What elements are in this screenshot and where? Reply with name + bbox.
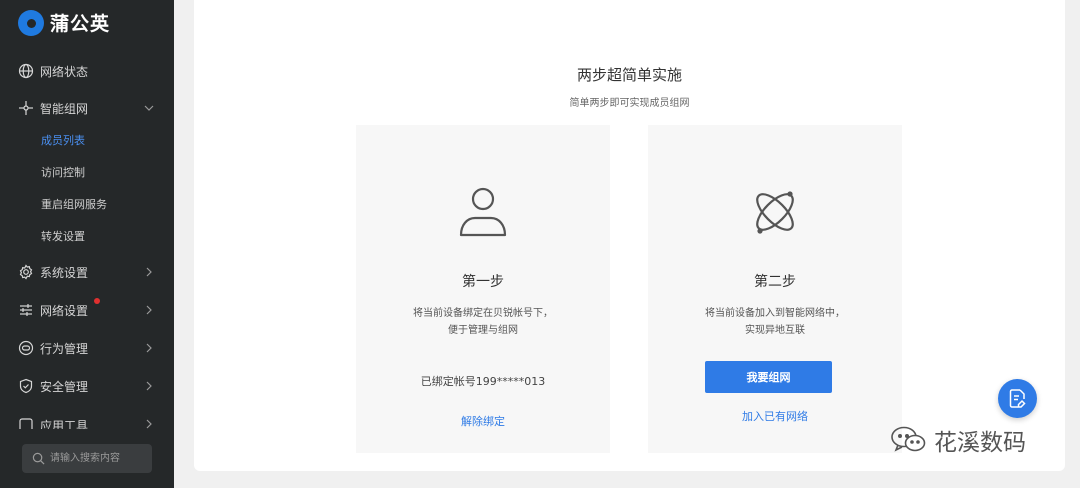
sidebar-item-label: 系统设置: [40, 265, 89, 280]
main-panel: 两步超简单实施 简单两步即可实现成员组网 第一步 将当前设备绑定在贝锐帐号下， …: [194, 0, 1065, 471]
search-input[interactable]: [50, 444, 148, 473]
step-desc-line: 将当前设备加入到智能网络中，: [705, 308, 845, 319]
sidebar-item-label: 智能组网: [40, 101, 89, 116]
sidebar-search: [22, 444, 152, 473]
sidebar-item-smart-network[interactable]: 智能组网: [0, 93, 174, 123]
chevron-right-icon: [146, 381, 152, 391]
step-title: 第一步: [462, 274, 504, 290]
notification-dot: [94, 298, 100, 304]
chevron-down-icon: [144, 105, 154, 111]
sidebar-item-tools[interactable]: 应用工具: [0, 409, 174, 429]
sidebar-item-security[interactable]: 安全管理: [0, 371, 174, 401]
sidebar-subitem-member-list[interactable]: 成员列表: [41, 131, 85, 151]
bound-account-text: 已绑定帐号199*****013: [420, 375, 546, 388]
step-card-1: 第一步 将当前设备绑定在贝锐帐号下， 便于管理与组网 已绑定帐号199*****…: [356, 125, 610, 453]
step-desc-line: 便于管理与组网: [448, 325, 518, 336]
sidebar-item-label: 网络设置: [40, 303, 89, 318]
chevron-right-icon: [146, 419, 152, 429]
sidebar-subitem-forwarding[interactable]: 转发设置: [41, 227, 85, 247]
chevron-right-icon: [146, 267, 152, 277]
sidebar-subitem-restart-service[interactable]: 重启组网服务: [41, 195, 107, 215]
user-icon: [459, 187, 507, 237]
sliders-icon: [20, 304, 32, 316]
sidebar-item-label: 应用工具: [40, 419, 89, 429]
feedback-fab-button[interactable]: [998, 379, 1037, 418]
step-desc-line: 实现异地互联: [745, 325, 805, 336]
orbit-icon: [756, 191, 794, 234]
step-description: 将当前设备绑定在贝锐帐号下， 便于管理与组网: [356, 305, 610, 339]
sidebar-item-label: 行为管理: [40, 341, 89, 356]
document-edit-icon: [1009, 389, 1026, 408]
wechat-icon: [891, 426, 926, 452]
logo-icon: [18, 9, 44, 36]
create-network-button[interactable]: 我要组网: [705, 361, 832, 393]
step-desc-line: 将当前设备绑定在贝锐帐号下，: [413, 308, 553, 319]
unbind-link[interactable]: 解除绑定: [356, 413, 610, 429]
behavior-icon: [18, 340, 34, 356]
sidebar-subitem-access-control[interactable]: 访问控制: [41, 163, 85, 183]
step-description: 将当前设备加入到智能网络中， 实现异地互联: [648, 305, 902, 339]
brand-name: 蒲公英: [50, 13, 111, 35]
tools-icon: [19, 418, 33, 429]
sidebar-item-label: 网络状态: [40, 64, 89, 79]
sidebar-item-network-settings[interactable]: 网络设置: [0, 295, 174, 325]
globe-icon: [18, 63, 34, 79]
sidebar-item-network-status[interactable]: 网络状态: [0, 56, 174, 86]
gear-icon: [19, 264, 33, 280]
shield-icon: [19, 378, 33, 394]
step-card-2: 第二步 将当前设备加入到智能网络中， 实现异地互联 我要组网 加入已有网络: [648, 125, 902, 453]
page-title: 两步超简单实施: [576, 66, 682, 84]
sidebar-item-system-settings[interactable]: 系统设置: [0, 257, 174, 287]
logo[interactable]: 蒲公英: [18, 9, 110, 36]
search-icon: [32, 452, 45, 465]
watermark: 花溪数码: [890, 423, 1026, 457]
watermark-text: 花溪数码: [934, 430, 1026, 456]
page-subtitle: 简单两步即可实现成员组网: [569, 98, 690, 109]
chevron-right-icon: [146, 343, 152, 353]
network-icon: [19, 101, 33, 115]
sidebar: 蒲公英 网络状态 智能组网 成员列表 访问控制 重启组网服务 转发设置 系统设置…: [0, 0, 174, 488]
join-network-link[interactable]: 加入已有网络: [648, 408, 902, 424]
chevron-right-icon: [146, 305, 152, 315]
step-title: 第二步: [754, 274, 796, 290]
sidebar-item-behavior-management[interactable]: 行为管理: [0, 333, 174, 363]
sidebar-item-label: 安全管理: [40, 379, 89, 394]
